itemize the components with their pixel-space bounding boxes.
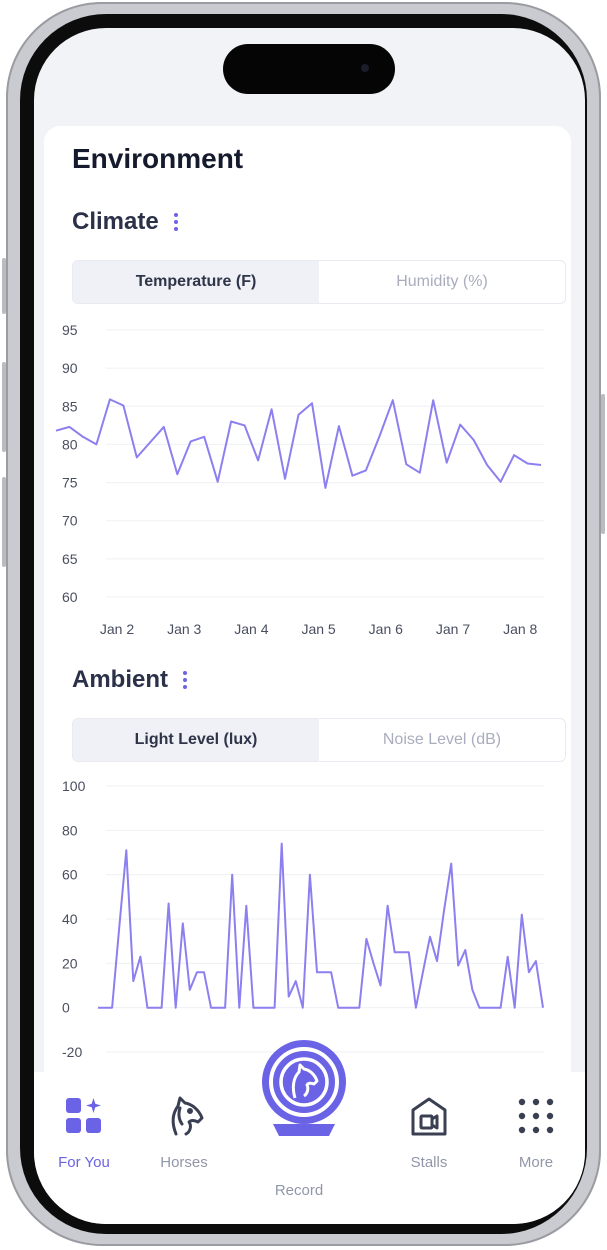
y-tick-label: -20	[62, 1044, 82, 1060]
record-button[interactable]	[259, 1038, 349, 1148]
nav-stalls[interactable]: Stalls	[381, 1092, 477, 1171]
stall-barn-icon	[381, 1092, 477, 1140]
nav-label-stalls: Stalls	[410, 1154, 448, 1171]
y-tick-label: 90	[62, 360, 78, 376]
y-tick-label: 0	[62, 1000, 70, 1016]
climate-kebab-menu-icon[interactable]	[173, 213, 179, 231]
y-tick-label: 20	[62, 955, 78, 971]
more-grid-icon	[488, 1092, 584, 1140]
tab-humidity[interactable]: Humidity (%)	[319, 261, 565, 303]
record-horse-radar-icon	[262, 1040, 346, 1136]
x-tick-label: Jan 3	[167, 621, 201, 637]
horse-head-icon	[136, 1092, 232, 1140]
y-tick-label: 65	[62, 551, 78, 567]
nav-label-more: More	[518, 1154, 554, 1171]
y-tick-label: 40	[62, 911, 78, 927]
x-tick-label: Jan 7	[436, 621, 470, 637]
for-you-grid-icon	[36, 1092, 132, 1140]
y-tick-label: 85	[62, 398, 78, 414]
y-tick-label: 60	[62, 589, 78, 605]
climate-header: Climate	[72, 208, 179, 236]
side-button-power	[601, 394, 605, 534]
tab-temperature[interactable]: Temperature (F)	[73, 261, 319, 303]
y-tick-label: 60	[62, 867, 78, 883]
dynamic-island	[223, 44, 395, 94]
y-tick-label: 80	[62, 436, 78, 452]
temperature-chart: 60 65 70 75 80 85 90 95 Jan 2 Jan 3 Jan 4 Jan 5 Jan …	[55, 322, 544, 637]
y-tick-label: 100	[62, 778, 86, 794]
nav-more[interactable]: More	[488, 1092, 584, 1171]
y-tick-label: 70	[62, 513, 78, 529]
ambient-title: Ambient	[72, 666, 168, 693]
tab-light-level[interactable]: Light Level (lux)	[73, 719, 319, 761]
x-tick-label: Jan 5	[301, 621, 335, 637]
y-tick-label: 80	[62, 822, 78, 838]
nav-label-horses: Horses	[160, 1154, 208, 1171]
nav-label-record: Record	[274, 1182, 324, 1199]
camera-dot	[361, 64, 369, 72]
light-level-line	[98, 842, 544, 1009]
temperature-line	[55, 398, 542, 489]
ambient-kebab-menu-icon[interactable]	[182, 671, 188, 689]
y-tick-label: 95	[62, 322, 78, 338]
side-button-silent	[2, 258, 6, 314]
nav-label-for-you: For You	[58, 1154, 110, 1171]
tab-noise-level[interactable]: Noise Level (dB)	[319, 719, 565, 761]
nav-horses[interactable]: Horses	[136, 1092, 232, 1171]
climate-segmented-control: Temperature (F) Humidity (%)	[72, 260, 566, 304]
y-tick-label: 75	[62, 475, 78, 491]
phone-screen: Environment Climate Temperature (F) Humi…	[34, 28, 585, 1224]
x-tick-label: Jan 6	[369, 621, 403, 637]
x-tick-label: Jan 2	[100, 621, 134, 637]
ambient-segmented-control: Light Level (lux) Noise Level (dB)	[72, 718, 566, 762]
climate-title: Climate	[72, 208, 159, 235]
environment-card: Environment Climate Temperature (F) Humi…	[44, 126, 571, 1126]
ambient-header: Ambient	[72, 666, 188, 694]
x-tick-label: Jan 4	[234, 621, 268, 637]
bottom-nav: For You Horses Record Stalls More	[34, 1040, 585, 1224]
side-button-volume-up	[2, 362, 6, 452]
light-level-chart: -20 0 20 40 60 80 100	[62, 778, 544, 1060]
page-title: Environment	[72, 143, 244, 174]
nav-for-you[interactable]: For You	[36, 1092, 132, 1171]
x-tick-label: Jan 8	[503, 621, 537, 637]
side-button-volume-down	[2, 477, 6, 567]
